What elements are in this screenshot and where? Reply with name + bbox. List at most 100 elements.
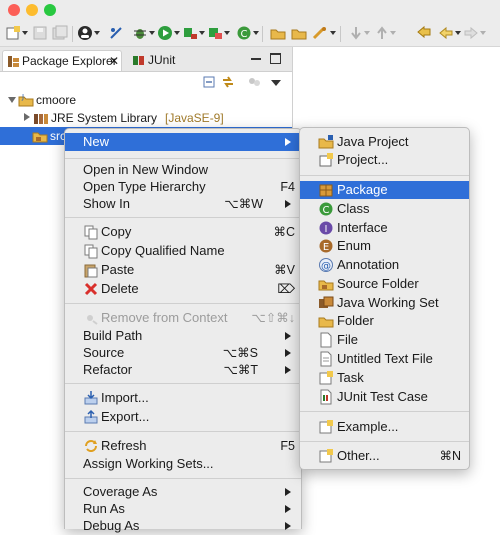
skip-breakpoints-icon[interactable] xyxy=(108,25,124,41)
svg-text:E: E xyxy=(323,242,329,253)
external-tools-dropdown-icon[interactable] xyxy=(199,31,205,35)
debug-dropdown-icon[interactable] xyxy=(149,31,155,35)
back-icon[interactable] xyxy=(438,25,454,41)
forward-dropdown-icon[interactable] xyxy=(480,31,486,35)
open-type-icon[interactable] xyxy=(270,25,286,41)
debug-icon[interactable] xyxy=(132,25,148,41)
submenu-item-interface[interactable]: I Interface xyxy=(300,219,469,237)
menu-separator xyxy=(65,478,301,479)
previous-annotation-icon[interactable] xyxy=(374,25,390,41)
submenu-item-other[interactable]: Other... ⌘N xyxy=(300,447,469,465)
submenu-item-project[interactable]: Project... xyxy=(300,151,469,169)
submenu-arrow-icon xyxy=(285,366,291,374)
submenu-item-example[interactable]: Example... xyxy=(300,418,469,436)
link-with-editor-icon[interactable] xyxy=(220,74,236,90)
last-edit-location-icon[interactable] xyxy=(416,25,432,41)
new-java-package-icon[interactable]: C xyxy=(236,25,252,41)
run-dropdown-icon[interactable] xyxy=(174,31,180,35)
submenu-item-junit-test-case[interactable]: JUnit Test Case xyxy=(300,388,469,406)
collapse-all-icon[interactable] xyxy=(201,74,217,90)
close-window-button[interactable] xyxy=(8,4,20,16)
menu-item-label: New xyxy=(83,134,110,149)
submenu-item-source-folder[interactable]: Source Folder xyxy=(300,275,469,293)
search-icon[interactable] xyxy=(312,25,328,41)
open-task-icon[interactable] xyxy=(291,25,307,41)
menu-item-show-in[interactable]: Show In ⌥⌘W xyxy=(65,195,301,213)
run-icon[interactable] xyxy=(157,25,173,41)
menu-separator xyxy=(65,303,301,304)
menu-item-assign-working-sets[interactable]: Assign Working Sets... xyxy=(65,455,301,473)
menu-item-refresh[interactable]: Refresh F5 xyxy=(65,437,301,455)
save-icon[interactable] xyxy=(32,25,48,41)
submenu-item-class[interactable]: C Class xyxy=(300,200,469,218)
next-annotation-dropdown-icon[interactable] xyxy=(364,31,370,35)
menu-item-coverage-as[interactable]: Coverage As xyxy=(65,483,301,501)
menu-item-label: Interface xyxy=(337,220,388,235)
submenu-item-java-project[interactable]: Java Project xyxy=(300,133,469,151)
annotation-icon: @ xyxy=(318,257,334,273)
submenu-item-task[interactable]: Task xyxy=(300,369,469,387)
submenu-item-untitled-text-file[interactable]: Untitled Text File xyxy=(300,350,469,368)
svg-text:C: C xyxy=(323,205,330,216)
expanded-twisty-icon[interactable] xyxy=(8,97,16,103)
next-annotation-icon[interactable] xyxy=(348,25,364,41)
coverage-icon[interactable] xyxy=(207,25,223,41)
menu-item-source[interactable]: Source ⌥⌘S xyxy=(65,344,301,362)
menu-separator xyxy=(300,411,469,412)
export-icon xyxy=(83,409,99,425)
menu-item-copy[interactable]: Copy ⌘C xyxy=(65,223,301,241)
menu-item-label: Show In xyxy=(83,196,130,211)
tab-package-explorer[interactable]: Package Explorer ✕ xyxy=(2,50,122,71)
menu-item-label: Project... xyxy=(337,152,389,167)
menu-item-debug-as[interactable]: Debug As xyxy=(65,517,301,535)
menu-item-copy-qualified-name[interactable]: Copy Qualified Name xyxy=(65,242,301,260)
minimize-window-button[interactable] xyxy=(26,4,38,16)
menu-item-import[interactable]: Import... xyxy=(65,389,301,407)
new-wizard-dropdown-icon[interactable] xyxy=(22,31,28,35)
profile-icon[interactable] xyxy=(77,25,93,41)
view-menu-icon[interactable] xyxy=(271,80,281,86)
profile-dropdown-icon[interactable] xyxy=(94,31,100,35)
menu-item-label: Enum xyxy=(337,238,371,253)
submenu-item-java-working-set[interactable]: Java Working Set xyxy=(300,294,469,312)
delete-icon xyxy=(83,281,99,297)
menu-item-build-path[interactable]: Build Path xyxy=(65,327,301,345)
menu-item-shortcut: ⌘N xyxy=(439,449,461,463)
submenu-item-annotation[interactable]: @ Annotation xyxy=(300,256,469,274)
submenu-item-package[interactable]: Package xyxy=(300,181,469,199)
menu-item-paste[interactable]: Paste ⌘V xyxy=(65,261,301,279)
previous-annotation-dropdown-icon[interactable] xyxy=(390,31,396,35)
coverage-dropdown-icon[interactable] xyxy=(224,31,230,35)
svg-text:I: I xyxy=(325,224,328,235)
menu-item-export[interactable]: Export... xyxy=(65,408,301,426)
menu-item-refactor[interactable]: Refactor ⌥⌘T xyxy=(65,361,301,379)
menu-item-remove-from-context[interactable]: Remove from Context ⌥⇧⌘↓ xyxy=(65,309,301,327)
external-tools-icon[interactable] xyxy=(182,25,198,41)
minimize-icon[interactable] xyxy=(251,58,261,60)
tab-junit[interactable]: JUnit xyxy=(128,50,198,70)
submenu-item-enum[interactable]: E Enum xyxy=(300,237,469,255)
search-dropdown-icon[interactable] xyxy=(330,31,336,35)
menu-item-shortcut: ⌥⌘W xyxy=(224,197,263,211)
forward-icon[interactable] xyxy=(463,25,479,41)
close-tab-icon[interactable]: ✕ xyxy=(109,51,119,71)
remove-from-context-icon xyxy=(83,310,99,326)
text-file-icon xyxy=(318,351,334,367)
submenu-item-folder[interactable]: Folder xyxy=(300,312,469,330)
menu-item-open-type-hierarchy[interactable]: Open Type Hierarchy F4 xyxy=(65,178,301,196)
maximize-icon[interactable] xyxy=(270,53,281,64)
submenu-item-file[interactable]: File xyxy=(300,331,469,349)
back-dropdown-icon[interactable] xyxy=(455,31,461,35)
collapsed-twisty-icon[interactable] xyxy=(24,113,30,121)
new-class-dropdown-icon[interactable] xyxy=(253,31,259,35)
menu-item-label: Import... xyxy=(101,390,149,405)
new-wizard-icon[interactable] xyxy=(5,25,21,41)
save-all-icon[interactable] xyxy=(52,25,68,41)
zoom-window-button[interactable] xyxy=(44,4,56,16)
focus-icon[interactable] xyxy=(246,74,262,90)
menu-item-open-in-new-window[interactable]: Open in New Window xyxy=(65,161,301,179)
menu-item-delete[interactable]: Delete ⌦ xyxy=(65,280,301,298)
menu-item-new[interactable]: New xyxy=(65,133,301,151)
menu-item-shortcut: ⌥⌘T xyxy=(223,363,258,377)
menu-item-run-as[interactable]: Run As xyxy=(65,500,301,518)
